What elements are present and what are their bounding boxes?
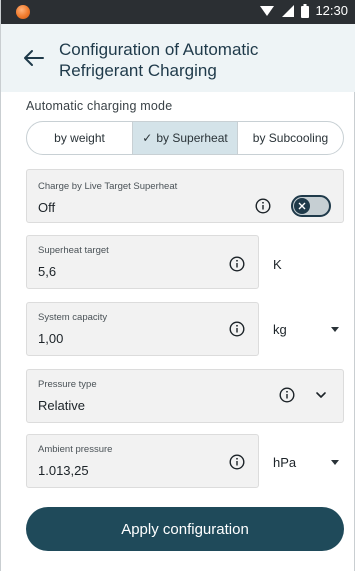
app-header: Configuration of Automatic Refrigerant C… <box>1 24 355 92</box>
status-bar: 12:30 <box>1 0 355 24</box>
superheat-target-label: Superheat target <box>38 245 109 256</box>
mode-option-label: by weight <box>54 131 105 145</box>
check-icon: ✓ <box>142 131 153 145</box>
system-capacity-label: System capacity <box>38 312 108 323</box>
info-icon[interactable] <box>279 387 295 403</box>
clock: 12:30 <box>315 3 348 18</box>
mode-option-by-superheat[interactable]: ✓ by Superheat <box>132 122 237 154</box>
info-icon[interactable] <box>229 321 245 337</box>
ambient-pressure-value: 1.013,25 <box>38 463 89 478</box>
ambient-pressure-field[interactable]: Ambient pressure 1.013,25 <box>26 434 259 488</box>
mode-option-by-subcooling[interactable]: by Subcooling <box>237 122 343 154</box>
live-target-value: Off <box>38 200 56 215</box>
arrow-left-icon[interactable] <box>21 48 45 68</box>
superheat-target-field[interactable]: Superheat target 5,6 <box>26 235 259 289</box>
app-frame: 12:30 Configuration of Automatic Refrige… <box>0 0 355 571</box>
ambient-pressure-label: Ambient pressure <box>38 444 113 455</box>
apply-configuration-button[interactable]: Apply configuration <box>26 507 344 551</box>
mode-option-label: by Superheat <box>156 131 228 145</box>
caret-down-icon[interactable] <box>331 460 339 465</box>
close-icon <box>298 202 306 210</box>
info-icon[interactable] <box>229 454 245 470</box>
pressure-type-label: Pressure type <box>38 379 97 390</box>
page-title: Configuration of Automatic Refrigerant C… <box>59 40 259 80</box>
mode-option-label: by Subcooling <box>252 131 329 145</box>
system-capacity-value: 1,00 <box>38 331 64 346</box>
app-icon <box>16 5 30 19</box>
charging-mode-selector: by weight ✓ by Superheat by Subcooling <box>26 121 344 155</box>
chevron-down-icon[interactable] <box>315 391 327 399</box>
info-icon[interactable] <box>255 198 271 214</box>
info-icon[interactable] <box>229 256 245 272</box>
battery-icon <box>301 3 310 18</box>
system-icons: 12:30 <box>259 3 348 18</box>
mode-label: Automatic charging mode <box>26 99 173 113</box>
ambient-pressure-unit-select[interactable]: hPa <box>273 455 296 470</box>
wifi-icon <box>260 5 275 16</box>
system-capacity-field[interactable]: System capacity 1,00 <box>26 302 259 356</box>
system-capacity-unit-select[interactable]: kg <box>273 322 287 337</box>
signal-icon <box>282 4 295 17</box>
live-target-label: Charge by Live Target Superheat <box>38 181 178 192</box>
pressure-type-value: Relative <box>38 398 85 413</box>
caret-down-icon[interactable] <box>331 327 339 332</box>
superheat-target-value: 5,6 <box>38 264 57 279</box>
superheat-target-unit: K <box>273 257 282 272</box>
mode-option-by-weight[interactable]: by weight <box>27 122 132 154</box>
toggle-knob <box>294 198 310 214</box>
pressure-type-field[interactable]: Pressure type Relative <box>26 369 344 423</box>
live-target-toggle[interactable] <box>291 195 331 217</box>
